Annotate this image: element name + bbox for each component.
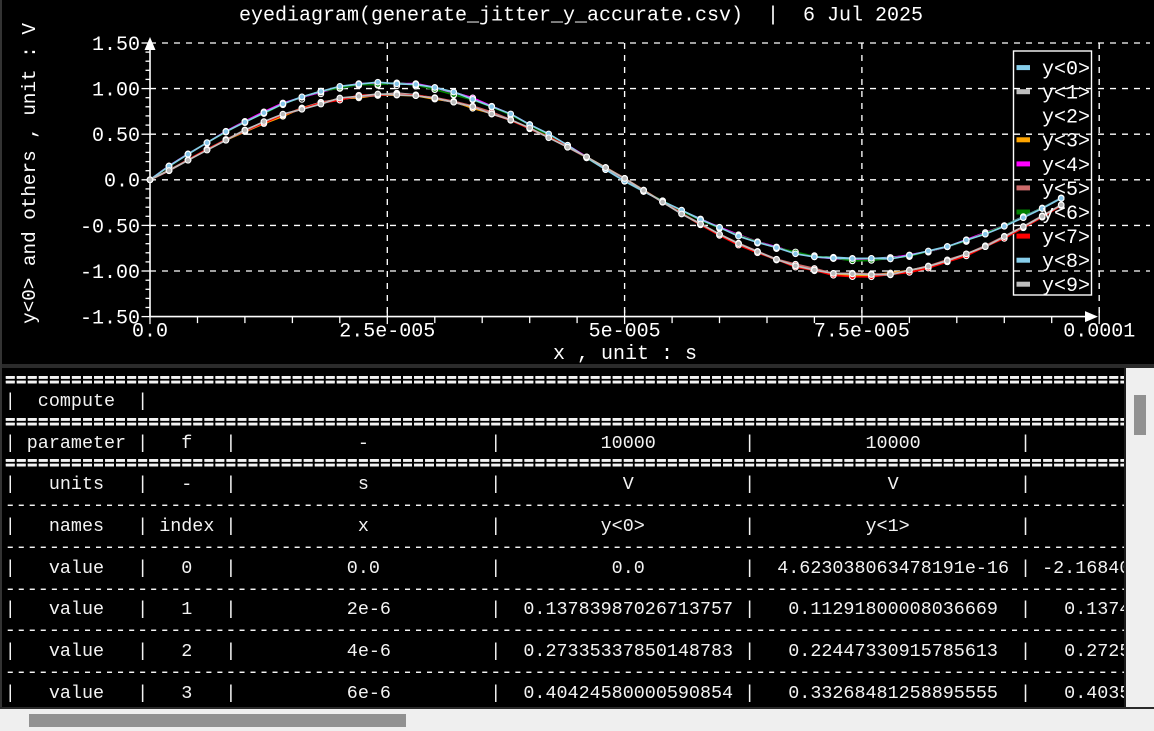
svg-text:-0.50: -0.50 xyxy=(80,216,140,239)
svg-text:0.0: 0.0 xyxy=(104,171,140,194)
svg-text:y<7>: y<7> xyxy=(1042,227,1090,250)
svg-text:y<6>: y<6> xyxy=(1042,203,1090,226)
svg-text:-1.50: -1.50 xyxy=(80,308,140,331)
svg-text:1.50: 1.50 xyxy=(92,34,140,57)
svg-text:y<1>: y<1> xyxy=(1042,83,1090,106)
svg-text:y<2>: y<2> xyxy=(1042,107,1090,130)
svg-text:y<3>: y<3> xyxy=(1042,131,1090,154)
svg-text:y<9>: y<9> xyxy=(1042,275,1090,298)
svg-text:0.0001: 0.0001 xyxy=(1063,321,1135,344)
svg-text:0.50: 0.50 xyxy=(92,125,140,148)
svg-text:y<4>: y<4> xyxy=(1042,155,1090,178)
svg-text:0.0: 0.0 xyxy=(132,321,168,344)
svg-text:y<0> and others , unit : V: y<0> and others , unit : V xyxy=(19,23,41,324)
svg-text:y<5>: y<5> xyxy=(1042,179,1090,202)
svg-text:y<0>: y<0> xyxy=(1042,59,1090,82)
svg-text:-1.00: -1.00 xyxy=(80,262,140,285)
svg-text:7.5e-005: 7.5e-005 xyxy=(814,321,910,344)
svg-text:5e-005: 5e-005 xyxy=(589,321,661,344)
svg-text:eyediagram(generate_jitter_y_a: eyediagram(generate_jitter_y_accurate.cs… xyxy=(239,5,923,28)
svg-text:2.5e-005: 2.5e-005 xyxy=(339,321,435,344)
svg-text:1.00: 1.00 xyxy=(92,80,140,103)
svg-text:x , unit : s: x , unit : s xyxy=(553,343,697,364)
svg-text:y<8>: y<8> xyxy=(1042,251,1090,274)
